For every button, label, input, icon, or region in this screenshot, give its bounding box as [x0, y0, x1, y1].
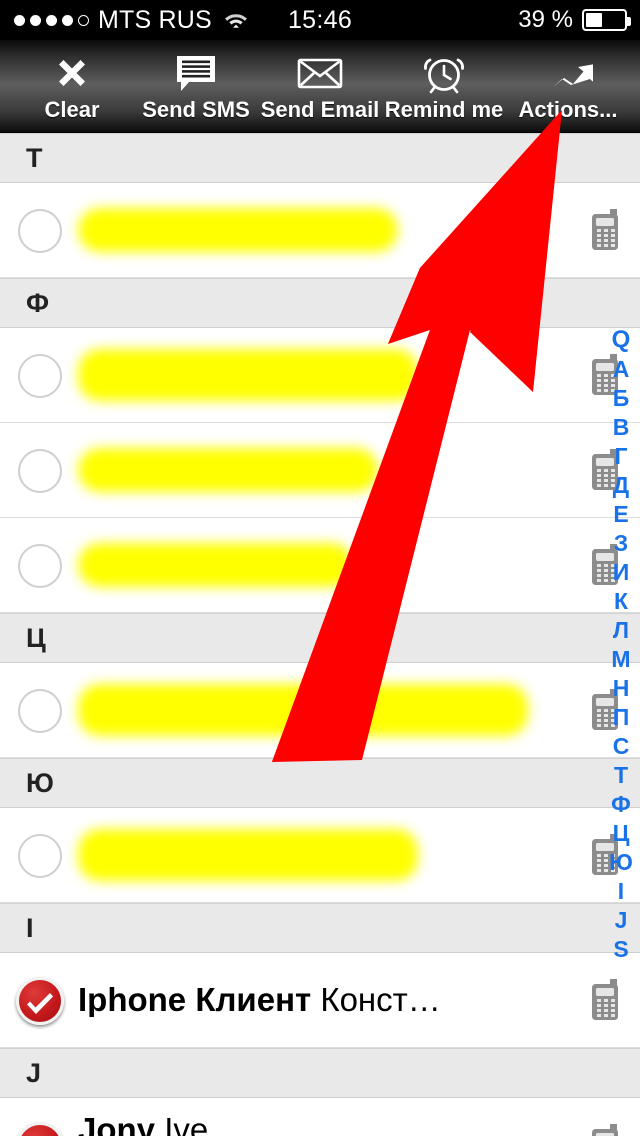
index-letter-ka[interactable]: К	[614, 587, 628, 616]
alarm-clock-icon	[421, 48, 467, 98]
contact-name: Jony Ive	[78, 1113, 568, 1136]
unselected-circle-icon	[18, 544, 62, 588]
index-letter-latin-j[interactable]: J	[615, 906, 628, 935]
row-checkbox-unselected[interactable]	[14, 539, 66, 591]
contact-name-light: Конст…	[320, 983, 441, 1017]
index-letter-tse[interactable]: Ц	[613, 819, 630, 848]
redacted-name	[78, 829, 418, 881]
index-letter-pe[interactable]: П	[613, 703, 630, 732]
table-row[interactable]	[0, 423, 640, 518]
send-sms-label: Send SMS	[142, 97, 250, 122]
section-header-t: Т	[0, 133, 640, 183]
row-checkbox-unselected[interactable]	[14, 829, 66, 881]
clear-button[interactable]: Clear	[10, 46, 134, 123]
row-checkbox-unselected[interactable]	[14, 684, 66, 736]
trending-up-arrow-icon	[543, 48, 593, 98]
check-mark-icon	[16, 1122, 64, 1136]
action-toolbar: Clear Send SMS Send Email Remind me Acti…	[0, 40, 640, 133]
section-header-j: J	[0, 1048, 640, 1098]
row-name-area	[78, 684, 578, 736]
check-mark-icon	[16, 977, 64, 1025]
row-checkbox-unselected[interactable]	[14, 444, 66, 496]
index-letter-ge[interactable]: Г	[614, 442, 627, 471]
row-checkbox-selected[interactable]	[14, 1119, 66, 1136]
send-email-label: Send Email	[260, 97, 380, 122]
index-letter-ef[interactable]: Ф	[611, 790, 631, 819]
row-name-area: Iphone Клиент Конст…	[78, 983, 578, 1017]
contacts-list[interactable]: Т Ф Ц Ю I Iphone Клиент Конст… J Jony Iv…	[0, 133, 640, 1136]
battery-fill	[586, 13, 602, 27]
section-header-yu: Ю	[0, 758, 640, 808]
actions-button[interactable]: Actions...	[506, 46, 630, 123]
actions-label: Actions...	[518, 97, 618, 122]
table-row[interactable]	[0, 183, 640, 278]
battery-icon	[582, 9, 631, 31]
redacted-name	[78, 448, 378, 492]
redacted-name	[78, 208, 398, 252]
alphabet-index[interactable]: Q А Б В Г Д Е З И К Л М Н П С Т Ф Ц Ю I …	[604, 325, 638, 964]
row-name-area	[78, 349, 578, 401]
contact-name-bold: Iphone Клиент	[78, 983, 312, 1017]
mobile-phone-icon	[578, 977, 640, 1023]
contact-name-bold: Jony	[78, 1113, 156, 1136]
index-letter-em[interactable]: М	[611, 645, 630, 674]
row-checkbox-selected[interactable]	[14, 974, 66, 1026]
send-email-button[interactable]: Send Email	[258, 46, 382, 123]
redacted-name	[78, 543, 353, 587]
unselected-circle-icon	[18, 209, 62, 253]
row-name-area	[78, 208, 578, 252]
table-row[interactable]	[0, 518, 640, 613]
redacted-name	[78, 349, 418, 401]
send-sms-button[interactable]: Send SMS	[134, 46, 258, 123]
index-letter-ve[interactable]: В	[613, 413, 630, 442]
status-bar: MTS RUS 15:46 39 %	[0, 0, 640, 40]
message-bubble-icon	[173, 48, 219, 98]
index-letter-yu[interactable]: Ю	[609, 848, 633, 877]
mobile-phone-icon	[578, 1122, 640, 1136]
section-header-ts: Ц	[0, 613, 640, 663]
index-letter-i[interactable]: И	[613, 558, 630, 587]
status-bar-right: 39 %	[518, 6, 640, 34]
index-letter-latin-s[interactable]: S	[613, 935, 628, 964]
row-name-area	[78, 448, 578, 492]
unselected-circle-icon	[18, 689, 62, 733]
index-letter-be[interactable]: Б	[613, 384, 630, 413]
index-letter-de[interactable]: Д	[613, 471, 629, 500]
table-row[interactable]	[0, 808, 640, 903]
clear-label: Clear	[44, 97, 100, 122]
index-letter-latin-i[interactable]: I	[618, 877, 624, 906]
index-letter-te[interactable]: Т	[614, 761, 628, 790]
envelope-icon	[296, 48, 344, 98]
index-letter-en[interactable]: Н	[613, 674, 630, 703]
index-letter-ze[interactable]: З	[614, 529, 628, 558]
table-row[interactable]: Iphone Клиент Конст…	[0, 953, 640, 1048]
row-name-area	[78, 829, 578, 881]
row-name-area	[78, 543, 578, 587]
table-row[interactable]: Jony Ive Apple	[0, 1098, 640, 1136]
unselected-circle-icon	[18, 354, 62, 398]
index-letter-a[interactable]: А	[613, 355, 630, 384]
index-letter-ye[interactable]: Е	[613, 500, 628, 529]
remind-me-label: Remind me	[384, 97, 504, 122]
remind-me-button[interactable]: Remind me	[382, 46, 506, 123]
table-row[interactable]	[0, 328, 640, 423]
row-checkbox-unselected[interactable]	[14, 204, 66, 256]
contact-name: Iphone Клиент Конст…	[78, 983, 568, 1017]
redacted-name	[78, 684, 528, 736]
mobile-phone-icon	[578, 207, 640, 253]
close-x-icon	[50, 48, 94, 98]
index-letter-el[interactable]: Л	[613, 616, 629, 645]
row-checkbox-unselected[interactable]	[14, 349, 66, 401]
index-search-icon[interactable]: Q	[612, 325, 631, 355]
row-name-area: Jony Ive Apple	[78, 1113, 578, 1136]
battery-percent-label: 39 %	[518, 6, 573, 33]
unselected-circle-icon	[18, 449, 62, 493]
table-row[interactable]	[0, 663, 640, 758]
section-header-i: I	[0, 903, 640, 953]
index-letter-es[interactable]: С	[613, 732, 630, 761]
unselected-circle-icon	[18, 834, 62, 878]
section-header-f: Ф	[0, 278, 640, 328]
contact-name-light: Ive	[164, 1113, 209, 1136]
